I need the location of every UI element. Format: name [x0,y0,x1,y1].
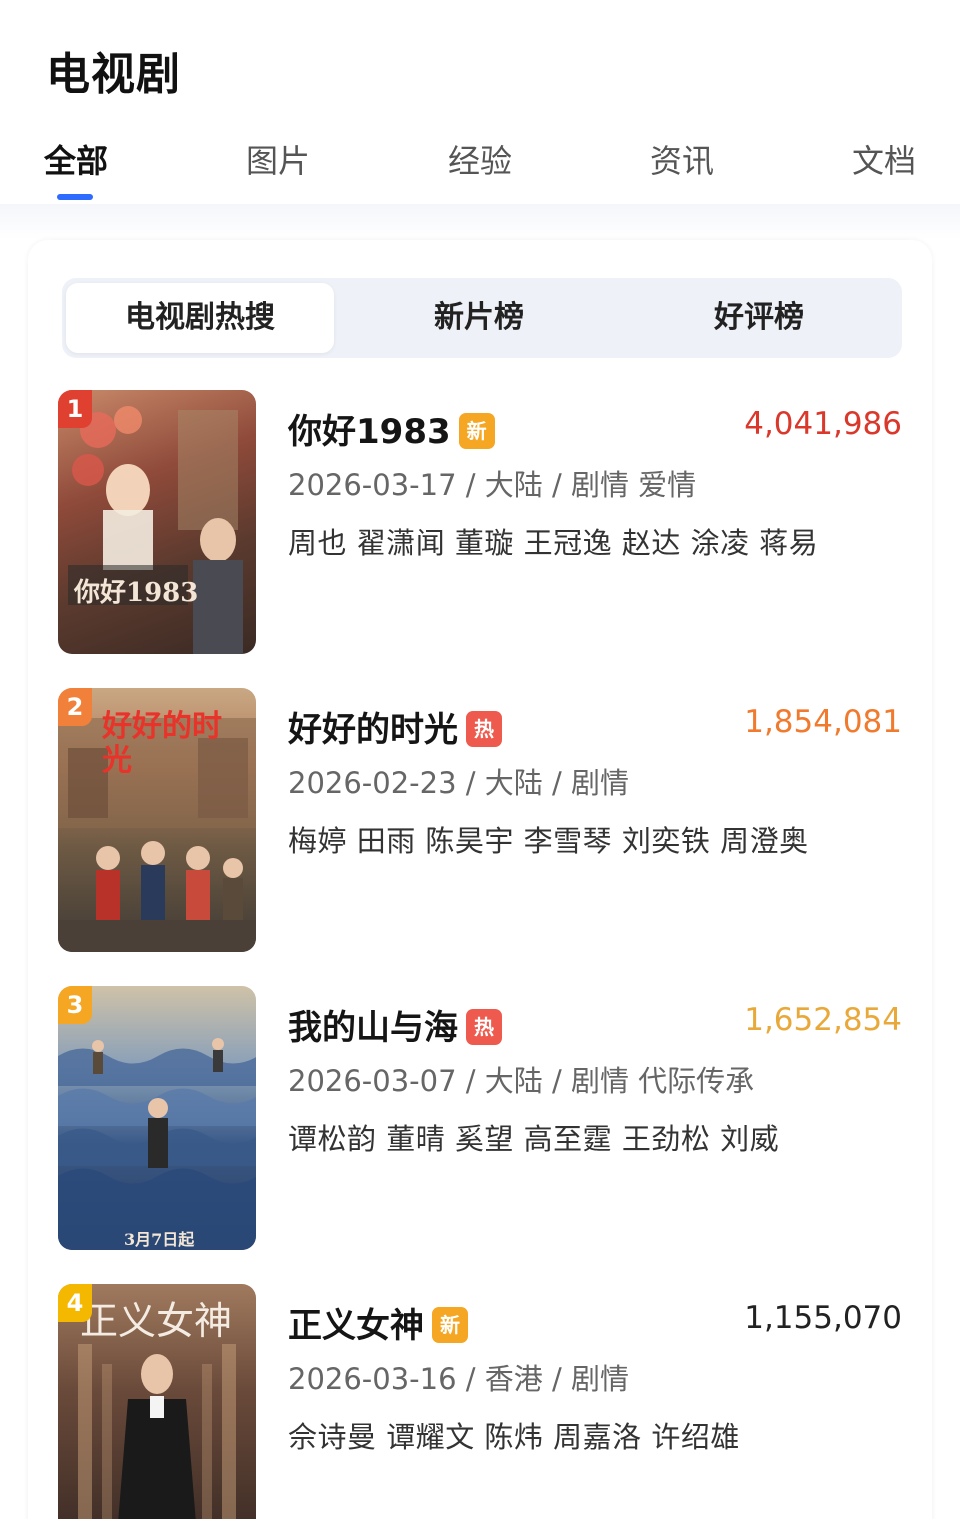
show-title[interactable]: 你好1983 新 [288,404,495,453]
active-tab-indicator [57,194,93,200]
show-meta: 2026-03-17 / 大陆 / 剧情 爱情 [288,468,697,502]
list-item[interactable]: 你好1983 1 你好1983 新 4,041,986 2026-03-17 / … [58,390,902,658]
rank-badge: 2 [58,688,92,726]
poster-image[interactable]: 3月7日起 3 [58,986,256,1250]
tab-images[interactable]: 图片 [246,136,310,182]
subtab-new-releases[interactable]: 新片榜 [344,283,614,353]
show-title-text[interactable]: 你好1983 [288,412,451,452]
search-count: 1,155,070 [744,1300,902,1336]
poster-image[interactable]: 你好1983 1 [58,390,256,654]
poster-title-text: 好好的时光 [102,709,222,778]
tab-experience[interactable]: 经验 [448,136,512,182]
list-item[interactable]: 好好的时光 2 好好的时光热 1,854,081 2026-02-23 / 大陆… [58,688,902,956]
show-title-text[interactable]: 正义女神 [288,1306,424,1346]
show-meta: 2026-03-07 / 大陆 / 剧情 代际传承 [288,1064,755,1098]
tab-documents[interactable]: 文档 [852,136,916,182]
poster-illustration [68,406,243,654]
show-title-text[interactable]: 我的山与海 [288,1008,458,1048]
subtab-tv-hot-search[interactable]: 电视剧热搜 [66,283,334,353]
poster-date-text: 3月7日起 [124,1230,195,1249]
page: 电视剧 全部 图片 经验 资讯 文档 电视剧热搜 新片榜 好评榜 你好1983 … [0,0,960,1519]
poster-image[interactable]: 好好的时光 2 [58,688,256,952]
new-badge: 新 [432,1306,468,1343]
tab-news[interactable]: 资讯 [650,136,714,182]
tab-bar: 全部 图片 经验 资讯 文档 [0,136,960,186]
rank-badge: 1 [58,390,92,428]
list-item[interactable]: 3月7日起 3 我的山与海热 1,652,854 2026-03-07 / 大陆… [58,986,902,1254]
show-title-text[interactable]: 好好的时光 [288,710,458,750]
show-cast: 梅婷 田雨 陈昊宇 李雪琴 刘奕铁 周澄奥 [288,824,809,858]
list-item[interactable]: 正义女神 4 正义女神新 1,155,070 2026-03-16 / 香港 /… [58,1284,902,1519]
rank-badge: 4 [58,1284,92,1322]
rank-badge: 3 [58,986,92,1024]
poster-title-text: 正义女神 [80,1299,233,1343]
poster-title-text: 你好1983 [74,578,199,608]
show-meta: 2026-02-23 / 大陆 / 剧情 [288,766,629,800]
search-count: 1,652,854 [744,1002,902,1038]
hot-badge: 热 [466,710,502,747]
show-title[interactable]: 好好的时光热 [288,702,502,751]
header-divider [0,204,960,240]
ranking-subtabs: 电视剧热搜 新片榜 好评榜 [62,278,902,358]
show-cast: 谭松韵 董晴 奚望 高至霆 王劲松 刘威 [288,1122,780,1156]
page-title: 电视剧 [46,49,181,100]
search-count: 1,854,081 [744,704,902,740]
poster-illustration [58,1038,256,1250]
show-cast: 周也 翟潇闻 董璇 王冠逸 赵达 涂凌 蒋易 [288,526,819,560]
new-badge: 新 [458,412,495,449]
poster-image[interactable]: 正义女神 4 [58,1284,256,1519]
show-title[interactable]: 我的山与海热 [288,1000,502,1049]
show-meta: 2026-03-16 / 香港 / 剧情 [288,1362,629,1396]
show-cast: 佘诗曼 谭耀文 陈炜 周嘉洛 许绍雄 [288,1420,740,1454]
subtab-top-rated[interactable]: 好评榜 [624,283,894,353]
hot-badge: 热 [466,1008,502,1045]
show-title[interactable]: 正义女神新 [288,1298,468,1347]
search-count: 4,041,986 [744,406,902,442]
tab-all[interactable]: 全部 [44,136,108,182]
